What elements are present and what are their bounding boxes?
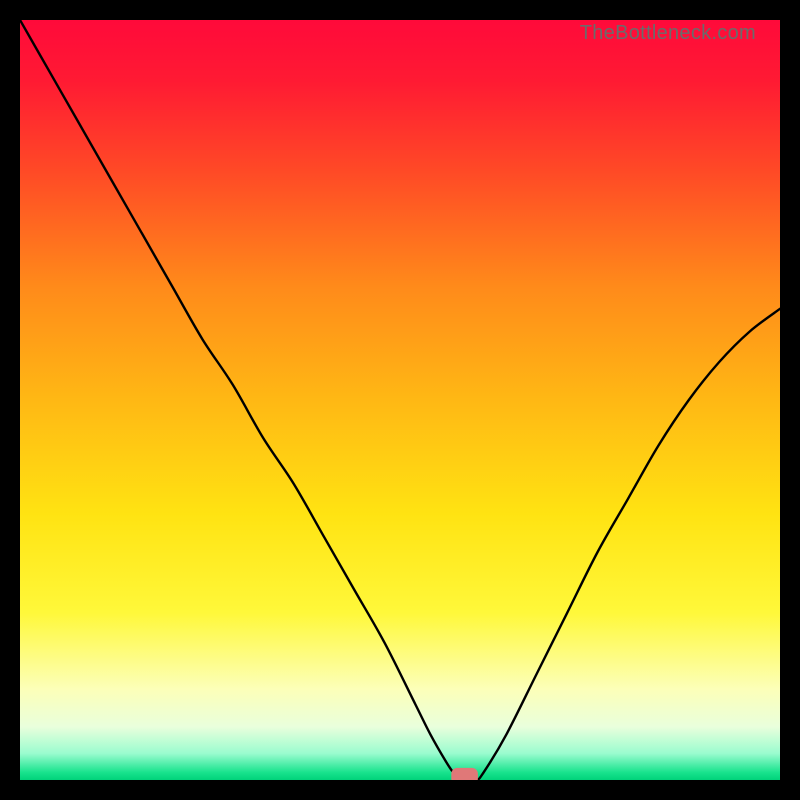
gradient-background xyxy=(20,20,780,780)
watermark-text: TheBottleneck.com xyxy=(580,22,756,45)
bottleneck-chart xyxy=(20,20,780,780)
plot-area xyxy=(20,20,780,780)
optimum-marker xyxy=(451,768,478,780)
chart-frame: TheBottleneck.com xyxy=(20,20,780,780)
